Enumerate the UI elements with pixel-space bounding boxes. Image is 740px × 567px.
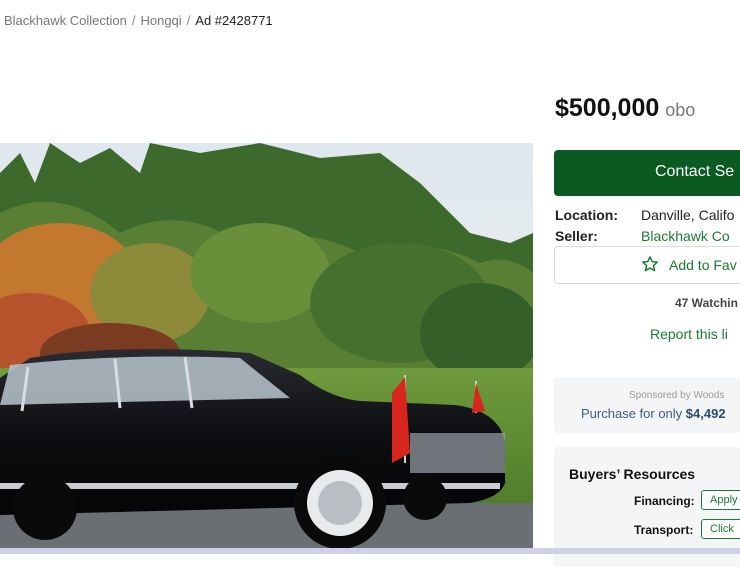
- star-outline-icon: [641, 255, 659, 276]
- price-amount: $500,000: [555, 94, 660, 122]
- transport-click-button[interactable]: Click: [701, 519, 740, 539]
- location-label: Location:: [555, 207, 618, 223]
- sponsored-by-text: Sponsored by Woods: [629, 390, 725, 401]
- transport-label: Transport:: [634, 523, 694, 537]
- breadcrumb-link-make[interactable]: Hongqi: [140, 13, 181, 28]
- sponsored-financing-box[interactable]: Sponsored by Woods Purchase for only $4,…: [554, 377, 740, 433]
- price-qualifier: obo: [665, 100, 696, 120]
- financing-label: Financing:: [634, 494, 695, 508]
- location-row: Location: Danville, Califo: [555, 207, 734, 223]
- purchase-prefix: Purchase for only: [581, 406, 683, 421]
- breadcrumb-link-collection[interactable]: Blackhawk Collection: [4, 13, 127, 28]
- purchase-amount: $4,492: [685, 406, 726, 421]
- bottom-bar: [0, 548, 740, 554]
- contact-seller-button[interactable]: Contact Se: [554, 150, 740, 196]
- purchase-offer: Purchase for only $4,492: [581, 406, 726, 421]
- buyers-resources-title: Buyers’ Resources: [569, 466, 696, 482]
- breadcrumb-current: Ad #2428771: [195, 13, 273, 28]
- location-value: Danville, Califo: [641, 207, 735, 223]
- listing-price: $500,000 obo: [555, 94, 695, 123]
- breadcrumb-separator: /: [186, 13, 191, 28]
- watching-count: 47 Watchin: [675, 296, 738, 310]
- seller-row: Seller: Blackhawk Co: [555, 228, 730, 244]
- add-to-favorites-button[interactable]: Add to Fav: [554, 246, 740, 284]
- car-photo-illustration: [0, 143, 533, 554]
- breadcrumb: Blackhawk Collection / Hongqi / Ad #2428771: [4, 13, 273, 28]
- breadcrumb-separator: /: [131, 13, 136, 28]
- seller-label: Seller:: [555, 228, 598, 244]
- seller-link[interactable]: Blackhawk Co: [641, 228, 730, 244]
- report-listing-link[interactable]: Report this li: [650, 326, 728, 342]
- financing-apply-button[interactable]: Apply: [701, 490, 740, 510]
- favorite-label: Add to Fav: [669, 257, 737, 273]
- listing-photo[interactable]: [0, 143, 533, 554]
